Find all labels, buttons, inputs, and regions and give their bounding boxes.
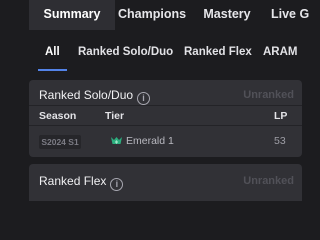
divider (29, 105, 302, 106)
sub-tab-ranked-flex[interactable]: Ranked Flex (184, 46, 252, 58)
top-tab-bar: Summary Champions Mastery Live G (0, 0, 309, 30)
queue-filter-tabs: All Ranked Solo/Duo Ranked Flex ARAM (0, 30, 302, 76)
sub-tab-ranked-solo-duo[interactable]: Ranked Solo/Duo (78, 46, 173, 58)
column-tier: Tier (105, 110, 125, 122)
tab-summary[interactable]: Summary (29, 0, 115, 30)
card-title-text: Ranked Solo/Duo (39, 88, 134, 102)
tier-text: Emerald 1 (126, 135, 174, 147)
active-tab-underline (38, 69, 67, 71)
sub-tab-aram[interactable]: ARAM (263, 46, 298, 58)
info-icon[interactable]: i (137, 92, 151, 105)
card-title: Ranked Solo/Duo i (39, 88, 151, 105)
tier-cell: Emerald 1 (110, 135, 174, 149)
card-title: Ranked Flex i (39, 174, 124, 191)
tab-live-game[interactable]: Live G (271, 0, 311, 30)
card-title-text: Ranked Flex (39, 174, 107, 188)
status-unranked: Unranked (243, 175, 294, 187)
tab-mastery[interactable]: Mastery (203, 0, 251, 30)
info-icon[interactable]: i (110, 178, 124, 191)
tab-champions[interactable]: Champions (118, 0, 186, 30)
left-gutter (0, 76, 29, 201)
emerald-crest-icon (110, 136, 123, 149)
divider (29, 125, 302, 126)
ranked-flex-card: Ranked Flex i Unranked (29, 164, 302, 201)
ranked-solo-duo-card: Ranked Solo/Duo i Unranked Season Tier LP… (29, 80, 302, 157)
column-season: Season (39, 110, 77, 122)
lp-value: 53 (274, 135, 286, 147)
season-badge: S2024 S1 (39, 135, 81, 149)
sub-tab-all[interactable]: All (45, 46, 60, 58)
column-lp: LP (274, 110, 288, 122)
status-unranked: Unranked (243, 89, 294, 101)
